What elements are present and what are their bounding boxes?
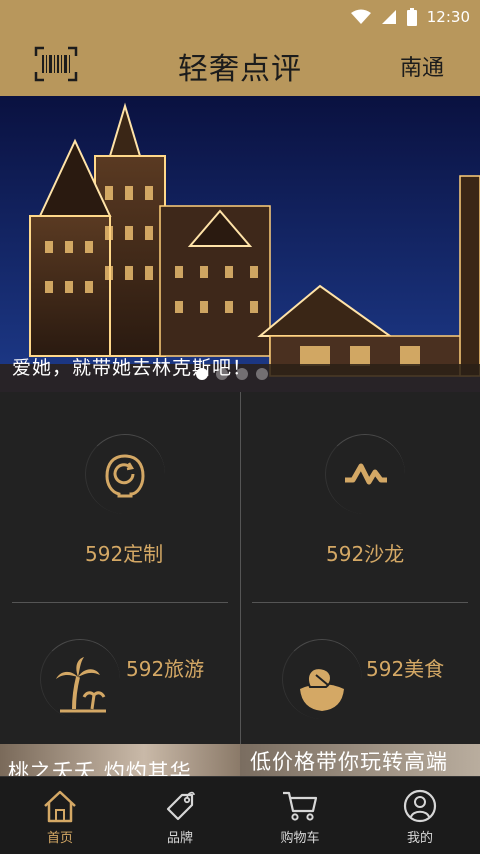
palm-tree-icon [40, 639, 120, 719]
carousel-dot[interactable] [256, 368, 268, 380]
wifi-icon [350, 9, 371, 24]
nav-mine-label: 我的 [406, 831, 433, 846]
promo-card-right[interactable]: 低价格带你玩转高端 [240, 744, 480, 776]
tile-travel[interactable]: 592旅游 [0, 603, 240, 744]
status-bar: 12:30 [0, 0, 480, 34]
tile-salon[interactable]: 592沙龙 [240, 392, 480, 602]
tile-food-label: 592美食 [366, 657, 445, 681]
tile-food[interactable]: 592美食 [240, 603, 480, 744]
nav-cart-label: 购物车 [280, 831, 320, 846]
home-icon [44, 790, 76, 823]
nav-brand-label: 品牌 [166, 831, 193, 846]
promo-card-left[interactable]: 桃之夭夭 灼灼其华 [0, 744, 240, 776]
pulse-icon [325, 434, 405, 514]
tile-salon-label: 592沙龙 [326, 542, 405, 566]
nav-brand[interactable]: 品牌 [120, 777, 240, 854]
custom-face-icon [85, 434, 165, 514]
hero-banner[interactable]: 爱她，就带她去林克斯吧！ [0, 96, 480, 392]
signal-icon [381, 10, 396, 24]
app-header: 轻奢点评 南通 [0, 34, 480, 96]
city-selector[interactable]: 南通 [400, 50, 444, 82]
tag-icon [166, 791, 195, 821]
status-time: 12:30 [426, 8, 470, 26]
user-icon [403, 789, 437, 823]
cart-icon [283, 791, 318, 821]
nav-home[interactable]: 首页 [0, 777, 120, 854]
category-grid: 592定制 592沙龙 592旅游 592美食 [0, 392, 480, 744]
promo-left-text: 桃之夭夭 灼灼其华 [8, 760, 192, 776]
hotel-night-image [0, 96, 480, 392]
promo-strip: 桃之夭夭 灼灼其华 低价格带你玩转高端 [0, 744, 480, 776]
tile-travel-label: 592旅游 [126, 657, 205, 681]
carousel-dot[interactable] [216, 368, 228, 380]
carousel-dots [196, 368, 268, 380]
carousel-dot[interactable] [236, 368, 248, 380]
tile-custom-label: 592定制 [85, 542, 164, 566]
food-bowl-icon [282, 639, 362, 719]
carousel-dot[interactable] [196, 368, 208, 380]
nav-home-label: 首页 [46, 831, 73, 846]
promo-right-text: 低价格带你玩转高端 [250, 750, 448, 774]
battery-icon [406, 8, 417, 26]
tile-custom[interactable]: 592定制 [0, 392, 240, 602]
bottom-nav: 首页 品牌 购物车 我的 [0, 776, 480, 854]
nav-cart[interactable]: 购物车 [240, 777, 360, 854]
nav-mine[interactable]: 我的 [360, 777, 480, 854]
